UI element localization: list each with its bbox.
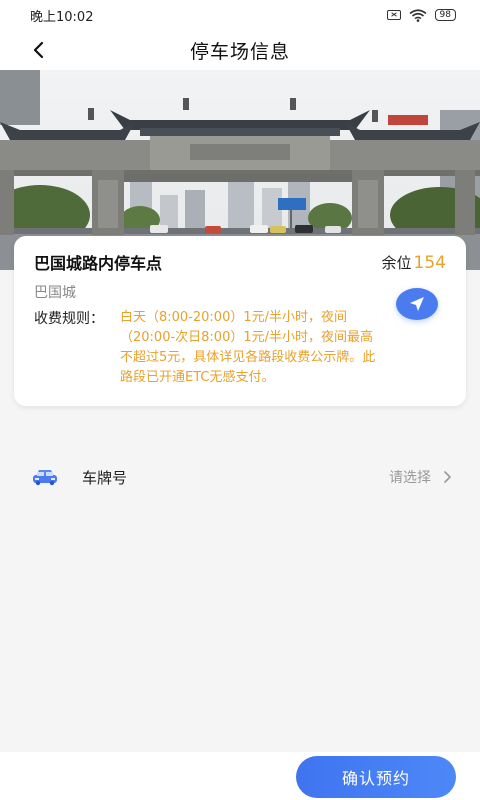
back-button[interactable] <box>24 36 52 64</box>
lot-area: 巴国城 <box>34 285 76 301</box>
wifi-icon <box>409 8 427 22</box>
back-icon <box>33 41 44 59</box>
status-bar: 晚上10:02 98 <box>0 0 480 30</box>
status-time: 晚上10:02 <box>30 9 94 25</box>
car-icon <box>32 467 58 487</box>
header: 停车场信息 <box>0 30 480 70</box>
lot-name: 巴国城路内停车点 <box>34 254 163 273</box>
no-sim-icon <box>386 10 401 20</box>
status-icons: 98 <box>386 8 456 22</box>
fee-rules: 收费规则： 白天（8:00-20:00）1元/半小时，夜间（20:00-次日8:… <box>34 308 446 388</box>
plate-label: 车牌号 <box>82 468 128 487</box>
remaining-spaces: 余位 154 <box>382 252 446 273</box>
page-title: 停车场信息 <box>189 40 290 63</box>
navigate-button[interactable] <box>396 288 438 320</box>
license-plate-selector[interactable]: 车牌号 请选择 <box>0 455 480 499</box>
parking-info-card: 巴国城路内停车点 余位 154 巴国城 收费规则： 白天（8:00-20:00）1… <box>14 236 466 406</box>
chevron-right-icon <box>444 471 451 483</box>
navigate-icon <box>410 297 424 311</box>
fee-rules-label: 收费规则： <box>34 311 104 327</box>
plate-value: 请选择 <box>389 470 431 486</box>
remaining-count: 154 <box>413 252 446 273</box>
fee-rules-text: 白天（8:00-20:00）1元/半小时，夜间（20:00-次日8:00）1元/… <box>120 310 376 385</box>
battery-icon: 98 <box>434 9 456 21</box>
confirm-reservation-button[interactable]: 确认预约 <box>296 756 456 798</box>
remaining-label: 余位 <box>381 253 412 272</box>
